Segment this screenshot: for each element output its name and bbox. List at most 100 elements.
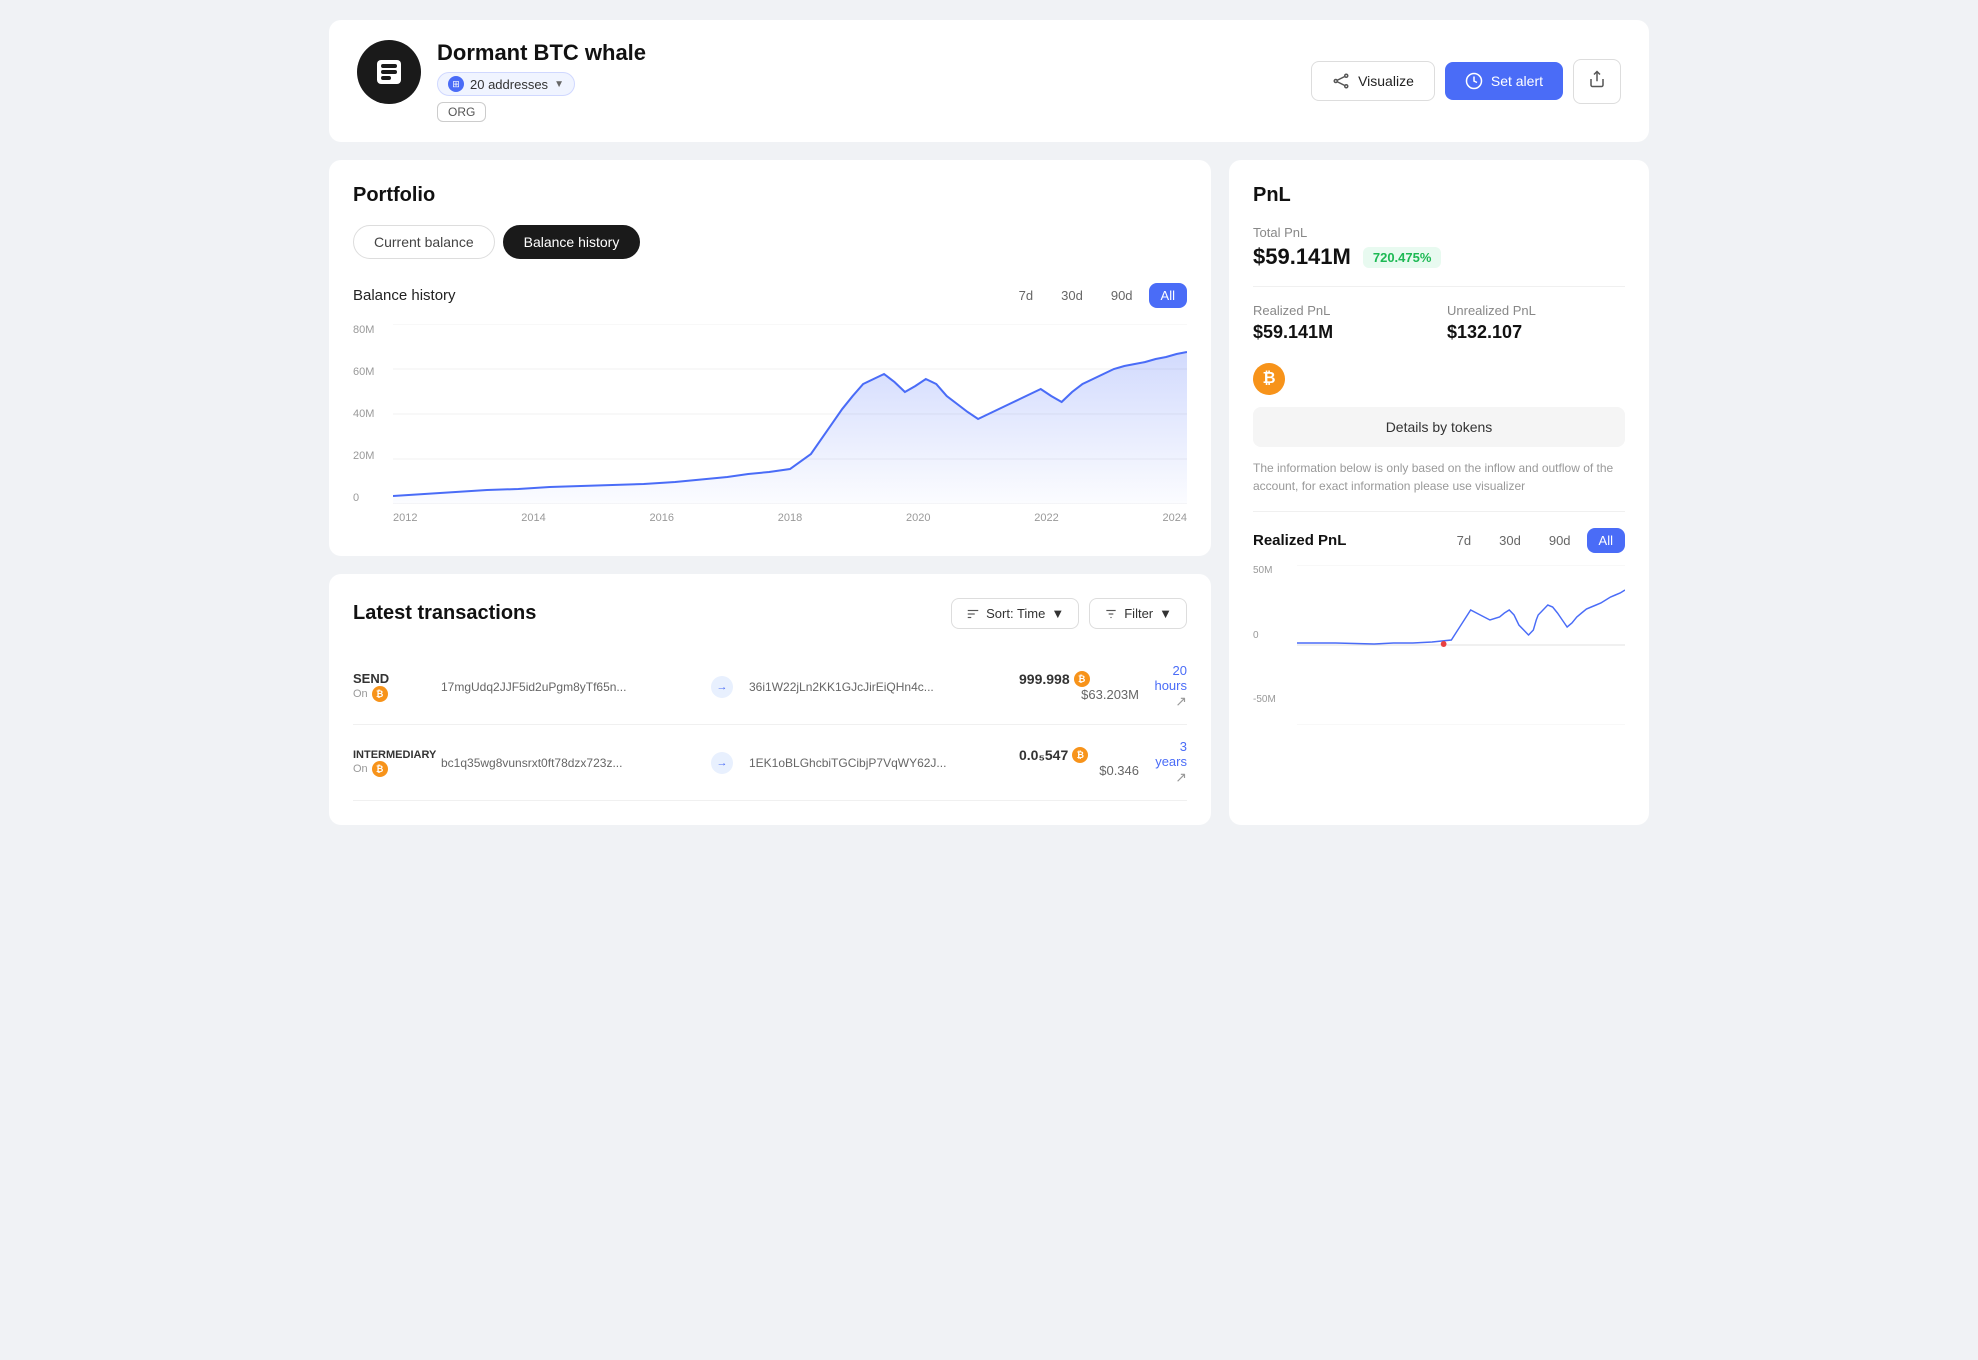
transactions-card: Latest transactions Sort: Time ▼	[329, 574, 1211, 825]
portfolio-tabs: Current balance Balance history	[353, 225, 1187, 259]
filter-90d[interactable]: 90d	[1099, 283, 1145, 308]
tx-on-label-2: On ₿	[353, 761, 433, 777]
realized-pnl-label: Realized PnL	[1253, 303, 1431, 318]
pnl-chart-svg-area	[1297, 565, 1625, 725]
chart-svg-area	[393, 324, 1187, 504]
pnl-filter-30d[interactable]: 30d	[1487, 528, 1533, 553]
divider-2	[1253, 511, 1625, 512]
transactions-title: Latest transactions	[353, 602, 536, 625]
tx-on-label: On ₿	[353, 686, 433, 702]
visualize-icon	[1332, 72, 1350, 90]
tx-to-addr: 36i1W22jLn2KK1GJcJirEiQHn4c...	[749, 680, 1011, 694]
tx-usd-value: $63.203M	[1019, 687, 1139, 702]
filter-all[interactable]: All	[1149, 283, 1187, 308]
chart-x-axis: 2012 2014 2016 2018 2020 2022 2024	[393, 512, 1187, 524]
btc-icon-3: ₿	[372, 761, 388, 777]
pnl-filter-7d[interactable]: 7d	[1445, 528, 1483, 553]
tx-amount-value-2: 0.0₅547	[1019, 747, 1068, 763]
tx-time-col: 20 hours ↗	[1147, 663, 1187, 710]
header-card: Dormant BTC whale ⊞ 20 addresses ▼ ORG V…	[329, 20, 1649, 142]
portfolio-title: Portfolio	[353, 184, 1187, 207]
share-icon	[1588, 70, 1606, 88]
pnl-two-col: Realized PnL $59.141M Unrealized PnL $13…	[1253, 303, 1625, 343]
filter-icon	[1104, 607, 1118, 621]
tx-type-label-2: INTERMEDIARY	[353, 749, 433, 761]
left-column: Portfolio Current balance Balance histor…	[329, 160, 1211, 825]
tx-arrow-icon: →	[711, 676, 733, 698]
portfolio-card: Portfolio Current balance Balance histor…	[329, 160, 1211, 556]
btc-icon-2: ₿	[1074, 671, 1090, 687]
tx-amount-col-2: 0.0₅547 ₿ $0.346	[1019, 747, 1139, 778]
tx-to-col: 36i1W22jLn2KK1GJcJirEiQHn4c...	[749, 680, 1011, 694]
tx-type-col-2: INTERMEDIARY On ₿	[353, 749, 433, 777]
total-pnl-badge: 720.475%	[1363, 247, 1442, 268]
tx-from-col: 17mgUdq2JJF5id2uPgm8yTf65n...	[441, 680, 703, 694]
pnl-chart-svg	[1297, 565, 1625, 725]
details-by-tokens-button[interactable]: Details by tokens	[1253, 407, 1625, 447]
tx-controls: Sort: Time ▼ Filter ▼	[951, 598, 1187, 629]
header-info: Dormant BTC whale ⊞ 20 addresses ▼ ORG	[437, 40, 646, 122]
pnl-chart-y-axis: 50M 0 -50M	[1253, 565, 1293, 705]
unrealized-pnl-label: Unrealized PnL	[1447, 303, 1625, 318]
tx-amount-col: 999.998 ₿ $63.203M	[1019, 671, 1139, 702]
realized-pnl-chart: 50M 0 -50M	[1253, 565, 1625, 725]
tx-from-addr: 17mgUdq2JJF5id2uPgm8yTf65n...	[441, 680, 703, 694]
sort-chevron-icon: ▼	[1051, 606, 1064, 621]
btc-icon: ₿	[372, 686, 388, 702]
avatar	[357, 40, 421, 104]
tx-to-col-2: 1EK1oBLGhcbiTGCibjP7VqWY62J...	[749, 756, 1011, 770]
addr-icon: ⊞	[448, 76, 464, 92]
time-filter-group: 7d 30d 90d All	[1007, 283, 1187, 308]
tx-external-link-icon-2[interactable]: ↗	[1147, 769, 1187, 786]
share-button[interactable]	[1573, 59, 1621, 104]
entity-title: Dormant BTC whale	[437, 40, 646, 66]
filter-7d[interactable]: 7d	[1007, 283, 1045, 308]
addresses-label: 20 addresses	[470, 77, 548, 92]
balance-chart-svg	[393, 324, 1187, 504]
tx-arrow-icon-2: →	[711, 752, 733, 774]
filter-button[interactable]: Filter ▼	[1089, 598, 1187, 629]
chart-y-axis: 80M 60M 40M 20M 0	[353, 324, 389, 504]
tx-from-addr-2: bc1q35wg8vunsrxt0ft78dzx723z...	[441, 756, 703, 770]
tx-time-label-2: 3 years	[1147, 739, 1187, 769]
visualize-label: Visualize	[1358, 73, 1414, 89]
tx-external-link-icon[interactable]: ↗	[1147, 693, 1187, 710]
visualize-button[interactable]: Visualize	[1311, 61, 1435, 101]
sort-button[interactable]: Sort: Time ▼	[951, 598, 1079, 629]
realized-section-label: Realized PnL	[1253, 532, 1346, 549]
org-tag: ORG	[437, 102, 486, 122]
tx-from-col-2: bc1q35wg8vunsrxt0ft78dzx723z...	[441, 756, 703, 770]
realized-pnl-amount: $59.141M	[1253, 322, 1431, 343]
btc-token-icon: ₿	[1253, 363, 1285, 395]
tx-time-label: 20 hours	[1147, 663, 1187, 693]
tx-amount-value: 999.998	[1019, 671, 1070, 687]
tab-balance-history[interactable]: Balance history	[503, 225, 641, 259]
unrealized-pnl-col: Unrealized PnL $132.107	[1447, 303, 1625, 343]
pnl-info-text: The information below is only based on t…	[1253, 459, 1625, 495]
main-content: Portfolio Current balance Balance histor…	[329, 160, 1649, 825]
filter-label: Filter	[1124, 606, 1153, 621]
btc-icon-4: ₿	[1072, 747, 1088, 763]
divider-1	[1253, 286, 1625, 287]
set-alert-button[interactable]: Set alert	[1445, 62, 1563, 100]
pnl-time-filter-group: 7d 30d 90d All	[1445, 528, 1625, 553]
transactions-header: Latest transactions Sort: Time ▼	[353, 598, 1187, 629]
chart-title: Balance history	[353, 287, 456, 304]
filter-30d[interactable]: 30d	[1049, 283, 1095, 308]
pnl-card: PnL Total PnL $59.141M 720.475% Realized…	[1229, 160, 1649, 825]
pnl-title: PnL	[1253, 184, 1625, 207]
tx-type-col: SEND On ₿	[353, 671, 433, 702]
chart-header: Balance history 7d 30d 90d All	[353, 283, 1187, 308]
table-row: SEND On ₿ 17mgUdq2JJF5id2uPgm8yTf65n... …	[353, 649, 1187, 725]
header-actions: Visualize Set alert	[1311, 59, 1621, 104]
tx-type-label: SEND	[353, 671, 433, 686]
tx-usd-value-2: $0.346	[1019, 763, 1139, 778]
tx-to-addr-2: 1EK1oBLGhcbiTGCibjP7VqWY62J...	[749, 756, 1011, 770]
pnl-filter-all[interactable]: All	[1587, 528, 1625, 553]
pnl-filter-90d[interactable]: 90d	[1537, 528, 1583, 553]
alert-icon	[1465, 72, 1483, 90]
addresses-badge[interactable]: ⊞ 20 addresses ▼	[437, 72, 575, 96]
tab-current-balance[interactable]: Current balance	[353, 225, 495, 259]
total-pnl-label: Total PnL	[1253, 225, 1625, 240]
pnl-badge-row: $59.141M 720.475%	[1253, 244, 1625, 270]
